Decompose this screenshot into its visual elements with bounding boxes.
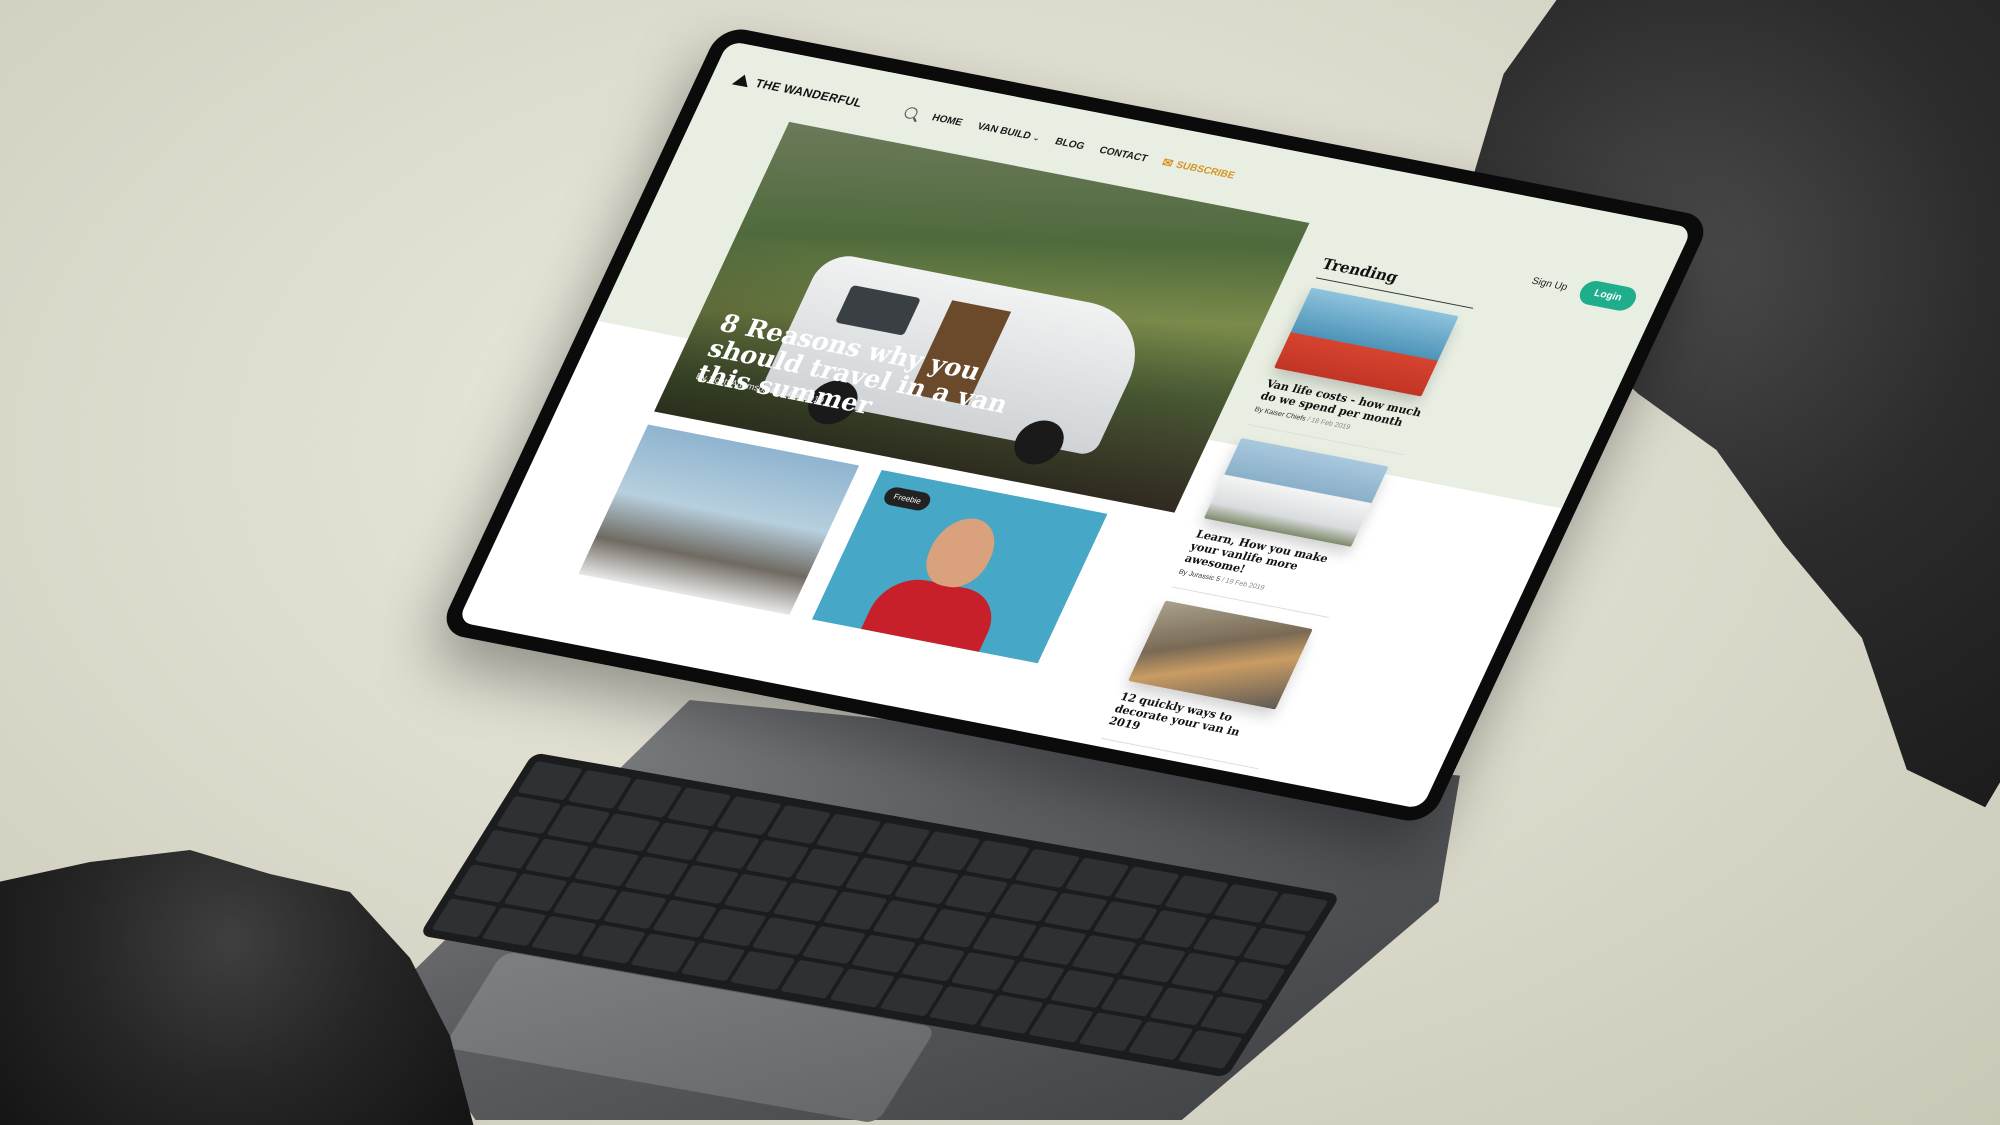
trending-thumbnail[interactable]: [1203, 437, 1389, 547]
trending-author: By Jurassic 5: [1177, 568, 1222, 584]
signup-link[interactable]: Sign Up: [1530, 275, 1570, 292]
trending-date: / 19 Feb 2019: [1220, 577, 1266, 592]
article-card[interactable]: Freebie: [811, 469, 1108, 664]
logo-text: THE WANDERFUL: [752, 76, 865, 110]
trending-item[interactable]: Learn, How you make your vanlife more aw…: [1171, 437, 1399, 618]
trending-thumbnail[interactable]: [1128, 600, 1313, 710]
nav-item-van-build[interactable]: VAN BUILD⌄: [975, 121, 1042, 143]
mountain-icon: [731, 73, 753, 88]
trending-date: / 18 Feb 2019: [1305, 416, 1352, 432]
card-image-person: [856, 572, 1005, 662]
chevron-down-icon: ⌄: [1031, 132, 1042, 143]
nav-item-blog[interactable]: BLOG: [1053, 136, 1086, 152]
freebie-badge: Freebie: [881, 485, 934, 513]
nav-item-home[interactable]: HOME: [930, 112, 964, 128]
search-icon[interactable]: [902, 106, 920, 120]
trending-item[interactable]: 12 quickly ways to decorate your van in …: [1101, 600, 1323, 770]
article-card[interactable]: [578, 424, 860, 615]
mail-icon: ✉: [1159, 155, 1176, 171]
nav-item-label: VAN BUILD: [975, 120, 1033, 142]
rock-left-decoration: [0, 850, 480, 1125]
subscribe-label: SUBSCRIBE: [1174, 159, 1237, 181]
nav-item-contact[interactable]: CONTACT: [1097, 145, 1149, 164]
subscribe-link[interactable]: ✉ SUBSCRIBE: [1160, 155, 1238, 182]
